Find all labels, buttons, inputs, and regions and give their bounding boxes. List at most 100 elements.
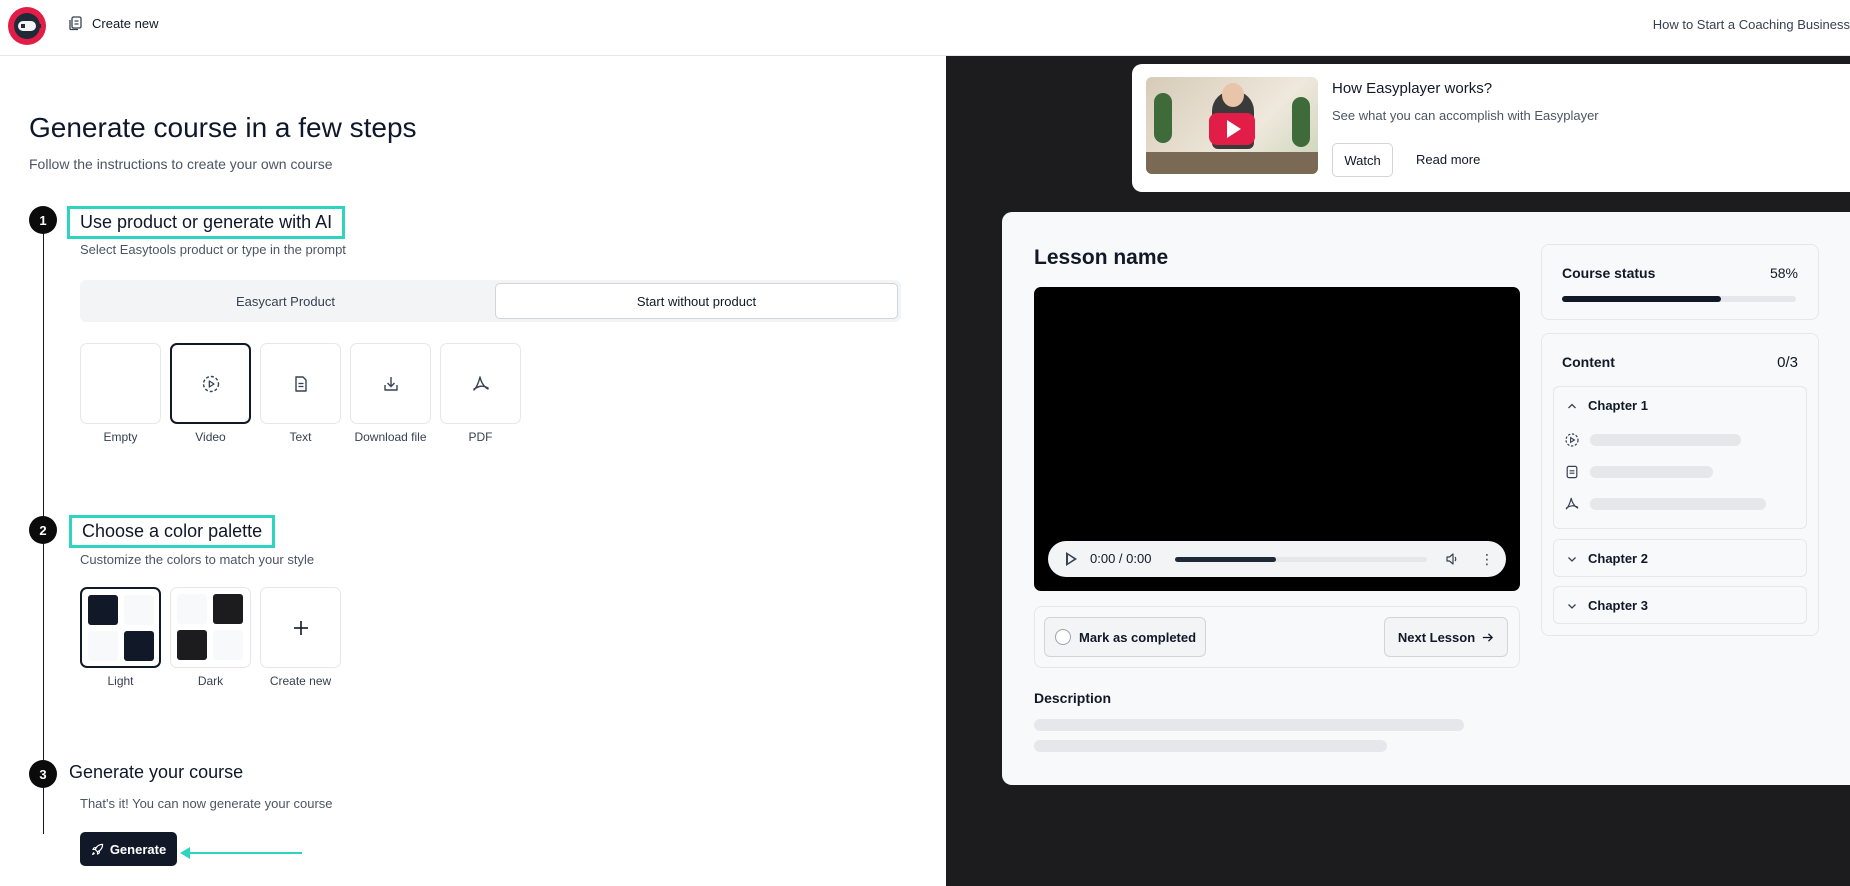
step-1-number: 1 [29, 206, 57, 234]
read-more-link[interactable]: Read more [1416, 152, 1480, 167]
brand-logo[interactable] [8, 7, 46, 45]
text-icon [1566, 465, 1578, 479]
palette-dark[interactable] [170, 587, 251, 668]
lesson-type-text[interactable] [260, 343, 341, 424]
lesson-type-label: Video [195, 430, 226, 444]
chapter-title: Chapter 2 [1588, 551, 1648, 566]
step-1-subtitle: Select Easytools product or type in the … [80, 242, 346, 257]
chevron-up-icon [1568, 403, 1576, 408]
thumbnail-plant [1292, 97, 1310, 147]
palette-swatch [177, 594, 207, 624]
sloth-logo-icon [14, 13, 41, 39]
lesson-type-pdf[interactable] [440, 343, 521, 424]
step-2-subtitle: Customize the colors to match your style [80, 552, 315, 567]
chapter-header[interactable]: Chapter 3 [1566, 598, 1648, 613]
mark-as-completed-button[interactable]: Mark as completed [1044, 617, 1206, 657]
course-status-bar [1562, 296, 1796, 302]
volume-icon[interactable] [1445, 552, 1459, 566]
palette-swatch [213, 594, 243, 624]
next-lesson-button[interactable]: Next Lesson [1384, 617, 1508, 657]
step-2-number: 2 [29, 516, 57, 544]
download-icon [383, 376, 398, 391]
palette-swatch [88, 631, 118, 661]
step-3-number: 3 [29, 760, 57, 788]
palette-label: Light [107, 674, 134, 688]
arrow-right-icon [1483, 632, 1494, 642]
step-2-title: Choose a color palette [69, 515, 276, 548]
easycart-product-option[interactable]: Easycart Product [83, 283, 488, 319]
palette-label: Dark [197, 674, 224, 688]
palette-swatch [124, 631, 154, 661]
course-status-label: Course status [1562, 265, 1656, 281]
description-skeleton [1034, 740, 1387, 752]
chevron-down-icon [1568, 556, 1576, 562]
palette-swatch [124, 595, 154, 625]
page-subtitle: Follow the instructions to create your o… [29, 156, 333, 172]
chapter-header[interactable]: Chapter 1 [1566, 398, 1648, 413]
step-1-title: Use product or generate with AI [67, 206, 346, 239]
chapter-2[interactable]: Chapter 2 [1553, 539, 1807, 577]
lesson-type-label: Download file [354, 430, 427, 444]
play-icon[interactable] [1209, 113, 1255, 145]
page-title: Generate course in a few steps [29, 112, 417, 143]
course-status-percent: 58% [1769, 265, 1798, 281]
chapter-lesson-row[interactable] [1564, 432, 1741, 448]
pdf-icon [1565, 497, 1579, 510]
player-time: 0:00 / 0:00 [1090, 551, 1152, 566]
lesson-type-empty[interactable] [80, 343, 161, 424]
start-without-product-option[interactable]: Start without product [495, 283, 898, 319]
video-icon [1565, 433, 1579, 447]
chapter-3[interactable]: Chapter 3 [1553, 586, 1807, 624]
video-icon [202, 375, 219, 392]
chapter-title: Chapter 3 [1588, 598, 1648, 613]
step-3-title: Generate your course [69, 762, 244, 782]
course-status-fill [1562, 296, 1722, 302]
generate-button[interactable]: Generate [80, 832, 177, 866]
source-toggle: Easycart Product Start without product [80, 280, 901, 322]
video-player[interactable]: 0:00 / 0:00 ⋮ [1034, 287, 1520, 591]
lesson-type-label: Empty [103, 430, 138, 444]
lesson-skeleton [1590, 434, 1741, 446]
video-thumbnail[interactable] [1146, 77, 1318, 174]
chevron-down-icon [1568, 603, 1576, 609]
generate-label: Generate [109, 841, 167, 857]
chapter-lesson-row[interactable] [1564, 496, 1766, 512]
lesson-actions-bar: Mark as completed Next Lesson [1034, 606, 1520, 668]
description-skeleton [1034, 719, 1464, 731]
lesson-type-video[interactable] [170, 343, 251, 424]
how-card-subtitle: See what you can accomplish with Easypla… [1332, 108, 1599, 123]
player-progress-track[interactable] [1175, 557, 1427, 562]
content-count: 0/3 [1777, 354, 1798, 371]
chapter-title: Chapter 1 [1588, 398, 1648, 413]
chapter-header[interactable]: Chapter 2 [1566, 551, 1648, 566]
play-icon[interactable] [1066, 552, 1077, 566]
how-it-works-card: How Easyplayer works? See what you can a… [1132, 64, 1850, 192]
player-controls: 0:00 / 0:00 ⋮ [1048, 541, 1506, 577]
chapter-1[interactable]: Chapter 1 [1553, 386, 1807, 529]
palette-swatch [88, 595, 118, 625]
course-title[interactable]: How to Start a Coaching Business [1653, 17, 1850, 32]
step-3-subtitle: That's it! You can now generate your cou… [80, 796, 333, 811]
lesson-preview-card: Lesson name 0:00 / 0:00 ⋮ Mark as comple… [1002, 212, 1850, 785]
more-options-icon[interactable]: ⋮ [1480, 551, 1494, 568]
thumbnail-desk [1146, 152, 1318, 174]
palette-swatch [177, 630, 207, 660]
create-new-button[interactable]: Create new [68, 15, 158, 31]
thumbnail-presenter-head [1222, 83, 1244, 107]
lesson-skeleton [1590, 498, 1766, 510]
palette-create-new[interactable] [260, 587, 341, 668]
lesson-type-label: Text [289, 430, 312, 444]
course-status-card: Course status 58% [1541, 244, 1819, 320]
lesson-skeleton [1590, 466, 1713, 478]
player-progress-fill [1175, 557, 1276, 562]
pdf-icon [472, 375, 489, 391]
lesson-type-download-file[interactable] [350, 343, 431, 424]
content-card: Content 0/3 Chapter 1 Chapter 2 Chapter … [1541, 333, 1819, 636]
palette-light[interactable] [80, 587, 161, 668]
radio-circle-icon [1055, 629, 1071, 645]
lesson-name: Lesson name [1034, 246, 1169, 269]
content-label: Content [1562, 354, 1615, 370]
chapter-lesson-row[interactable] [1564, 464, 1713, 480]
watch-button[interactable]: Watch [1332, 143, 1393, 177]
plus-icon [293, 620, 308, 635]
